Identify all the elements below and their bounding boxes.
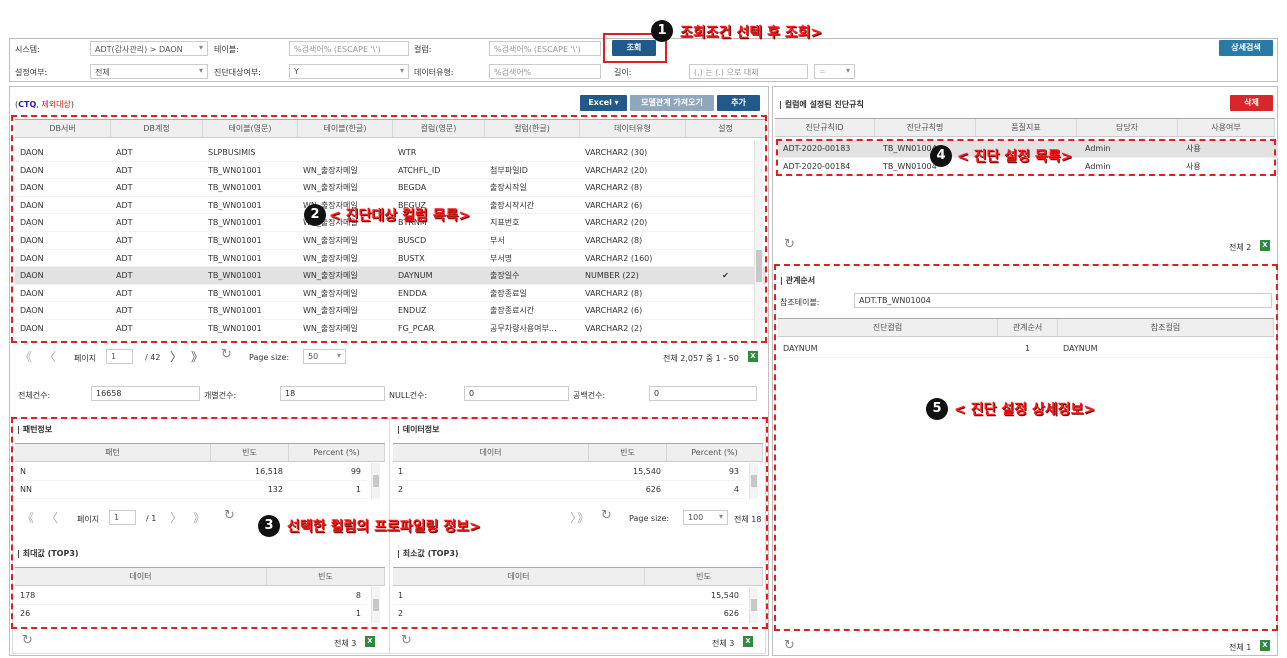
refresh-icon[interactable]: ↻ — [401, 633, 412, 648]
column-header[interactable]: 진단규칙ID — [775, 119, 875, 136]
excel-export-icon[interactable]: X — [1260, 640, 1270, 651]
annotation-number-2: 2 — [304, 204, 326, 226]
legend-sep: , — [36, 100, 39, 109]
distinct-count-label: 개별건수: — [204, 391, 237, 400]
relation-total: 전체 1 — [1229, 643, 1252, 652]
refresh-icon[interactable]: ↻ — [22, 633, 33, 648]
null-count-label: NULL건수: — [389, 391, 428, 400]
annotation-label-3: 선택한 컬럼의 프로파일링 정보> — [287, 519, 481, 535]
table-label: 테이블: — [214, 45, 239, 54]
column-header[interactable]: 품질지표 — [976, 119, 1077, 136]
annotation-label-4: < 진단 설정 목록> — [957, 149, 1073, 165]
model-relation-button[interactable]: 모델관계 가져오기 — [630, 95, 714, 111]
setting-label: 설정여부: — [15, 68, 48, 77]
column-header[interactable]: 담당자 — [1077, 119, 1178, 136]
refresh-icon[interactable]: ↻ — [784, 237, 795, 252]
null-count-value: 0 — [464, 386, 569, 401]
refresh-icon[interactable]: ↻ — [784, 638, 795, 653]
annotation-number-4: 4 — [930, 145, 952, 167]
legend-ctq: CTQ — [18, 100, 37, 109]
target-select[interactable]: Y — [289, 64, 409, 79]
blank-count-label: 공백건수: — [573, 391, 606, 400]
column-input[interactable]: %검색어% (ESCAPE '\') — [489, 41, 601, 56]
legend: (CTQ, 제외대상) — [15, 100, 74, 109]
datatype-input[interactable]: %검색어% — [489, 64, 601, 79]
page-summary: 전체 2,057 중 1 - 50 — [663, 354, 739, 363]
add-button[interactable]: 추가 — [717, 95, 760, 111]
target-label: 진단대상여부: — [214, 68, 261, 77]
annotation-box-2 — [11, 115, 767, 343]
total-count-label: 전체건수: — [18, 391, 51, 400]
page-input[interactable]: 1 — [106, 349, 133, 364]
excel-export-icon[interactable]: X — [748, 351, 758, 362]
annotation-label-1: 조회조건 선택 후 조회> — [680, 25, 823, 41]
refresh-icon[interactable]: ↻ — [221, 347, 232, 362]
rules-total: 전체 2 — [1229, 243, 1252, 252]
annotation-number-3: 3 — [258, 515, 280, 537]
excel-export-icon[interactable]: X — [743, 636, 753, 647]
system-label: 시스템: — [15, 45, 40, 54]
datatype-label: 데이터유형: — [414, 68, 454, 77]
rules-header: 진단규칙ID 진단규칙명 품질지표 담당자 사용여부 — [775, 118, 1275, 137]
length-operator-select[interactable]: = — [814, 64, 855, 79]
annotation-box-5 — [774, 264, 1278, 631]
rules-title: | 컬럼에 설정된 진단규칙 — [779, 100, 864, 109]
column-header[interactable]: 진단규칙명 — [875, 119, 976, 136]
annotation-number-1: 1 — [651, 20, 673, 42]
page-size-select[interactable]: 50 — [303, 349, 346, 364]
min-total: 전체 3 — [712, 639, 735, 648]
max-total: 전체 3 — [334, 639, 357, 648]
legend-excluded: 제외대상 — [41, 100, 71, 109]
first-page-icon[interactable]: 《 — [20, 348, 32, 365]
total-count-value: 16658 — [91, 386, 200, 401]
annotation-label-5: < 진단 설정 상세정보> — [954, 402, 1096, 418]
annotation-number-5: 5 — [926, 398, 948, 420]
blank-count-value: 0 — [649, 386, 757, 401]
excel-button[interactable]: Excel ▾ — [580, 95, 627, 111]
annotation-label-2: < 진단대상 컬럼 목록> — [329, 208, 471, 224]
distinct-count-value: 18 — [280, 386, 385, 401]
length-input[interactable]: (,) 는 (.) 으로 대체 — [689, 64, 808, 79]
column-header[interactable]: 사용여부 — [1178, 119, 1275, 136]
page-label: 페이지 — [74, 354, 97, 363]
column-label: 컬럼: — [414, 45, 432, 54]
detail-search-button[interactable]: 상세검색 — [1219, 40, 1273, 56]
prev-page-icon[interactable]: 〈 — [44, 348, 56, 365]
chevron-down-icon: ▾ — [614, 98, 619, 107]
page-size-label: Page size: — [249, 353, 290, 362]
system-select[interactable]: ADT(감사관리) > DAON — [90, 41, 208, 56]
excel-export-icon[interactable]: X — [365, 636, 375, 647]
table-input[interactable]: %검색어% (ESCAPE '\') — [289, 41, 409, 56]
last-page-icon[interactable]: 》 — [191, 348, 203, 365]
excel-export-icon[interactable]: X — [1260, 240, 1270, 251]
next-page-icon[interactable]: 〉 — [170, 348, 182, 365]
excel-button-label: Excel — [588, 98, 612, 107]
length-label: 길이: — [614, 68, 632, 77]
delete-button[interactable]: 삭제 — [1230, 95, 1273, 111]
setting-select[interactable]: 전체 — [90, 64, 208, 79]
total-pages: / 42 — [145, 353, 161, 362]
